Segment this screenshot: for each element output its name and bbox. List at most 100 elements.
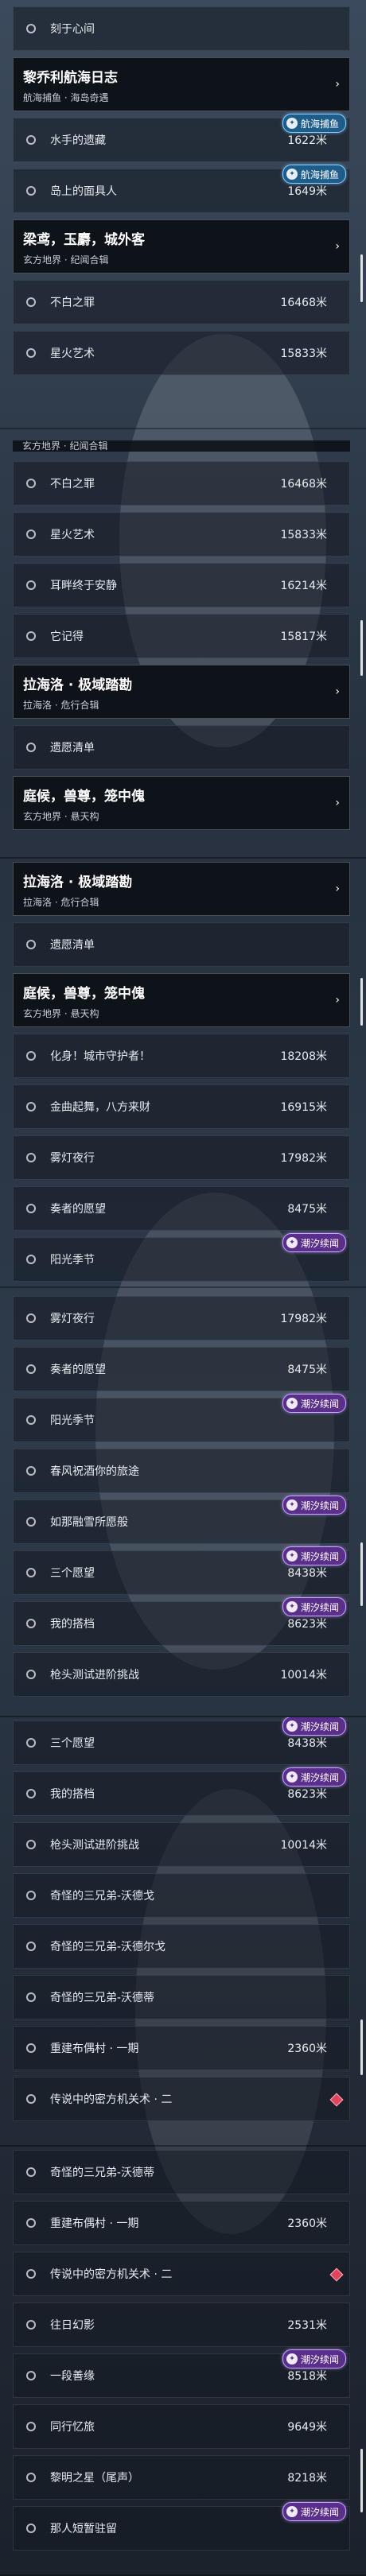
quest-name: 春风祝酒你的旅途 [50, 1465, 139, 1478]
quest-name: 阳光季节 [50, 1254, 95, 1267]
quest-distance: 15833米 [280, 529, 327, 541]
event-badge: ✦ 潮汐续闻 [282, 1394, 346, 1413]
quest-item[interactable]: 化身！城市守护者！ 18208米 [13, 1034, 350, 1078]
event-badge-label: 潮汐续闻 [300, 1601, 339, 1613]
quest-item[interactable]: 传说中的密方机关术 · 二 [13, 2252, 350, 2296]
quest-name: 雾灯夜行 [50, 1313, 95, 1325]
quest-group-header[interactable]: 庭候，兽尊，笼中傀玄方地界 · 悬天构 › [13, 776, 350, 830]
quest-item[interactable]: 星火艺术 15833米 [13, 512, 350, 557]
quest-item[interactable]: 枪头测试进阶挑战 10014米 [13, 1652, 350, 1697]
status-circle-icon [26, 1789, 36, 1798]
quest-item[interactable]: 不白之罪 16468米 [13, 280, 350, 324]
group-title: 黎乔利航海日志 [23, 70, 118, 86]
quest-item[interactable]: 奏者的愿望 8475米 [13, 1347, 350, 1391]
quest-item[interactable]: 遗愿清单 [13, 922, 350, 967]
status-circle-icon [26, 1415, 36, 1425]
quest-item[interactable]: 星火艺术 15833米 [13, 331, 350, 375]
quest-item[interactable]: 奇怪的三兄弟-沃德蒂 [13, 1975, 350, 2019]
quest-item[interactable]: 金曲起舞，八方来财 16915米 [13, 1084, 350, 1129]
quest-distance: 2360米 [287, 2217, 327, 2230]
quest-name: 水手的遗藏 [50, 134, 106, 147]
quest-item[interactable]: 奇怪的三兄弟-沃德蒂 [13, 2150, 350, 2194]
scrollbar-thumb[interactable] [360, 2019, 363, 2075]
quest-item[interactable]: 如那融雪所愿般 ✦ 潮汐续闻 [13, 1496, 350, 1544]
scrollbar-thumb[interactable] [360, 978, 363, 1026]
quest-item[interactable]: 重建布偶村 · 一期 2360米 [13, 2026, 350, 2070]
quest-item[interactable]: 雾灯夜行 17982米 [13, 1135, 350, 1180]
scrollbar-thumb[interactable] [360, 620, 363, 676]
quest-item[interactable]: 一段善缘 8518米 ✦ 潮汐续闻 [13, 2349, 350, 2398]
quest-distance: 1622米 [287, 134, 327, 147]
status-circle-icon [26, 2167, 36, 2177]
quest-item[interactable]: 传说中的密方机关术 · 二 [13, 2077, 350, 2121]
quest-item[interactable]: 阳光季节 ✦ 潮汐续闻 [13, 1394, 350, 1442]
quest-item[interactable]: 岛上的面具人 1649米 ✦ 航海捕鱼 [13, 165, 350, 213]
event-badge-label: 潮汐续闻 [300, 1771, 339, 1783]
chevron-icon: › [335, 797, 340, 809]
quest-group-header[interactable]: 庭候，兽尊，笼中傀 玄方地界 · 悬天构 › [13, 973, 350, 1027]
status-circle-icon [26, 1619, 36, 1628]
quest-group-header[interactable]: 拉海洛 · 极域踏勘 拉海洛 · 危行合辑 › [13, 862, 350, 916]
quest-name: 遗愿清单 [50, 939, 95, 952]
quest-item[interactable]: 重建布偶村 · 一期 2360米 [13, 2201, 350, 2245]
scrollbar-thumb[interactable] [360, 2449, 363, 2512]
quest-name: 那人短暂驻留 [50, 2523, 117, 2535]
quest-group-header[interactable]: 梁鸢，玉麝，城外客 玄方地界 · 纪闻合辑 › [13, 219, 350, 274]
quest-name: 重建布偶村 · 一期 [50, 2217, 139, 2230]
quest-item[interactable]: 我的搭档 8623米 ✦ 潮汐续闻 [13, 1767, 350, 1816]
quest-group-header[interactable]: 拉海洛 · 极域踏勘 拉海洛 · 危行合辑 › [13, 665, 350, 719]
status-circle-icon [26, 2043, 36, 2053]
event-badge: ✦ 潮汐续闻 [282, 1496, 346, 1515]
quest-item[interactable]: 雾灯夜行 17982米 [13, 1296, 350, 1340]
status-circle-icon [26, 743, 36, 752]
quest-item[interactable]: 那人短暂驻留 ✦ 潮汐续闻 [13, 2502, 350, 2551]
event-badge-icon: ✦ [286, 118, 298, 129]
status-circle-icon [26, 24, 36, 33]
chevron-icon: › [335, 883, 340, 895]
quest-group-header[interactable]: 黎乔利航海日志 航海捕鱼 · 海岛奇遇 › [13, 57, 350, 111]
quest-item[interactable]: 刻于心间 [13, 6, 350, 51]
quest-item[interactable]: 奏者的愿望 8475米 [13, 1186, 350, 1231]
quest-item[interactable]: 奇怪的三兄弟-沃德尔戈 [13, 1924, 350, 1969]
quest-item[interactable]: 枪头测试进阶挑战 10014米 [13, 1822, 350, 1867]
quest-item[interactable]: 三个愿望 8438米 ✦ 潮汐续闻 [13, 1546, 350, 1595]
quest-item[interactable]: 同行忆旅 9649米 [13, 2404, 350, 2449]
screenshot-strip: 玄方地界 · 纪闻合辑 不白之罪 16468米 星火艺术 15833米 耳畔终于安静 162… [0, 429, 366, 859]
quest-item[interactable]: 水手的遗藏 1622米 ✦ 航海捕鱼 [13, 114, 350, 162]
quest-name: 枪头测试进阶挑战 [50, 1669, 139, 1682]
event-badge-icon: ✦ [286, 1601, 298, 1612]
quest-item[interactable]: 春风祝酒你的旅途 [13, 1449, 350, 1493]
status-circle-icon [26, 1517, 36, 1527]
event-badge: ✦ 潮汐续闻 [282, 1597, 346, 1616]
quest-item[interactable]: 三个愿望 8438米 ✦ 潮汐续闻 [13, 1717, 350, 1765]
quest-item[interactable]: 奇怪的三兄弟-沃德戈 [13, 1873, 350, 1918]
quest-name: 星火艺术 [50, 347, 95, 360]
event-badge-icon: ✦ [286, 1499, 298, 1511]
quest-item[interactable]: 黎明之星（尾声） 8218米 [13, 2455, 350, 2500]
quest-item[interactable]: 不白之罪 16468米 [13, 461, 350, 506]
group-subtitle: 玄方地界 · 悬天构 [23, 811, 99, 822]
quest-name: 星火艺术 [50, 529, 95, 541]
quest-name: 奇怪的三兄弟-沃德蒂 [50, 2167, 155, 2179]
scrollbar-thumb[interactable] [360, 254, 363, 302]
quest-item[interactable]: 耳畔终于安静 16214米 [13, 563, 350, 607]
quest-distance: 2531米 [287, 2319, 327, 2332]
group-title: 庭候，兽尊，笼中傀 [23, 789, 145, 805]
quest-distance: 15817米 [280, 630, 327, 643]
status-circle-icon [26, 530, 36, 539]
quest-item[interactable]: 阳光季节 ✦ 潮汐续闻 [13, 1233, 350, 1282]
status-circle-icon [26, 2218, 36, 2228]
quest-item[interactable]: 往日幻影 2531米 [13, 2302, 350, 2347]
quest-name: 我的搭档 [50, 1788, 95, 1801]
quest-name: 往日幻影 [50, 2319, 95, 2332]
status-circle-icon [26, 2473, 36, 2482]
scrollbar-thumb[interactable] [360, 1542, 363, 1606]
status-circle-icon [26, 580, 36, 590]
quest-item[interactable]: 遗愿清单 [13, 725, 350, 770]
status-circle-icon [26, 2371, 36, 2380]
status-circle-icon [26, 940, 36, 949]
quest-item[interactable]: 它记得 15817米 [13, 614, 350, 658]
status-circle-icon [26, 2094, 36, 2104]
quest-item[interactable]: 我的搭档 8623米 ✦ 潮汐续闻 [13, 1597, 350, 1646]
status-circle-icon [26, 1364, 36, 1374]
